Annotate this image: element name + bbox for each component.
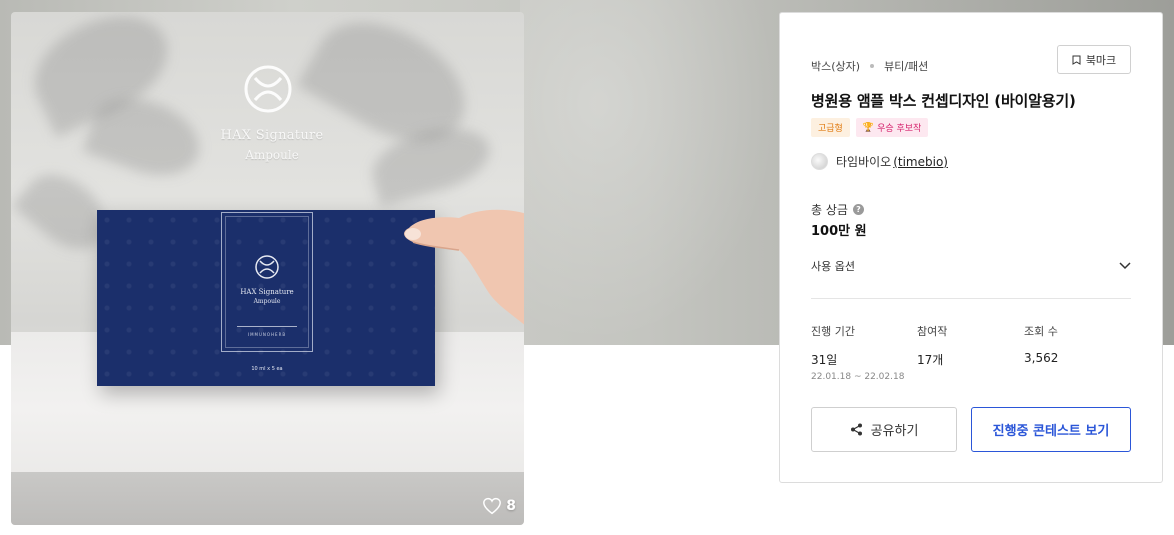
hand-illustration (404, 209, 524, 325)
views-label: 조회 수 (1024, 325, 1058, 338)
view-ongoing-contests-button[interactable]: 진행중 콘테스트 보기 (971, 407, 1131, 452)
brand-logo-emboss (244, 65, 292, 113)
award-tag-label: 우승 후보작 (877, 124, 922, 134)
chevron-down-icon (1119, 262, 1131, 270)
divider (811, 298, 1131, 299)
box-maker-text: IMMUNOHERB (247, 332, 287, 337)
trophy-icon: 🏆 (862, 122, 875, 133)
box-product-text: Ampoule (253, 298, 281, 305)
period-label: 진행 기간 (811, 325, 855, 338)
like-counter[interactable]: 8 (482, 497, 516, 515)
usage-options-label: 사용 옵션 (811, 260, 855, 273)
box-brand-text: HAX Signature (240, 288, 294, 296)
box-volume-text: 10 ml x 5 ea (251, 366, 283, 372)
emboss-product-text: Ampoule (245, 148, 299, 162)
prize-value: 100만 원 (811, 224, 867, 239)
bookmark-label: 북마크 (1085, 53, 1117, 67)
stat-views: 조회 수 3,562 (1024, 323, 1058, 365)
owner-id-link[interactable]: (timebio) (893, 155, 948, 169)
views-value: 3,562 (1024, 351, 1059, 365)
bookmark-button[interactable]: 북마크 (1057, 45, 1131, 74)
tag-list: 고급형 🏆 우승 후보작 (811, 118, 929, 137)
breadcrumb-separator (870, 64, 875, 68)
prize-label: 총 상금 ? (811, 201, 864, 218)
period-value: 31일 (811, 353, 838, 367)
contest-info-panel: 박스(상자) 뷰티/패션 북마크 병원용 앰플 박스 컨셉디자인 (바이알용기)… (779, 12, 1163, 483)
entries-value: 17개 (917, 353, 944, 367)
emboss-brand-text: HAX Signature (220, 128, 324, 143)
product-image[interactable]: HAX Signature Ampoule HAX Signature Ampo… (11, 12, 524, 525)
usage-options-dropdown[interactable]: 사용 옵션 (811, 257, 1131, 275)
contest-title: 병원용 앰플 박스 컨셉디자인 (바이알용기) (811, 92, 1076, 110)
stat-entries: 참여작 17개 (917, 323, 947, 368)
help-icon[interactable]: ? (852, 204, 864, 215)
breadcrumb: 박스(상자) 뷰티/패션 (811, 58, 928, 74)
heart-outline-icon (483, 497, 502, 515)
period-range: 22.01.18 ~ 22.02.18 (811, 372, 905, 382)
breadcrumb-category[interactable]: 박스(상자) (811, 58, 860, 74)
grade-tag: 고급형 (811, 118, 850, 137)
stat-period: 진행 기간 31일 22.01.18 ~ 22.02.18 (811, 323, 904, 382)
entries-label: 참여작 (917, 325, 948, 338)
like-count: 8 (506, 498, 516, 514)
avatar (811, 153, 828, 170)
share-button[interactable]: 공유하기 (811, 407, 957, 452)
ampoule-box: HAX Signature Ampoule IMMUNOHERB 10 ml x… (97, 210, 435, 386)
breadcrumb-subcategory[interactable]: 뷰티/패션 (884, 58, 928, 74)
owner-name: 타임바이오 (836, 155, 892, 169)
prize-label-text: 총 상금 (811, 203, 848, 217)
table-front (11, 472, 524, 525)
contest-owner[interactable]: 타임바이오 (timebio) (811, 153, 948, 170)
box-logo-icon (255, 255, 279, 279)
bookmark-icon (1072, 55, 1081, 65)
share-icon (850, 423, 862, 436)
award-tag: 🏆 우승 후보작 (855, 118, 929, 137)
share-label: 공유하기 (870, 424, 919, 439)
